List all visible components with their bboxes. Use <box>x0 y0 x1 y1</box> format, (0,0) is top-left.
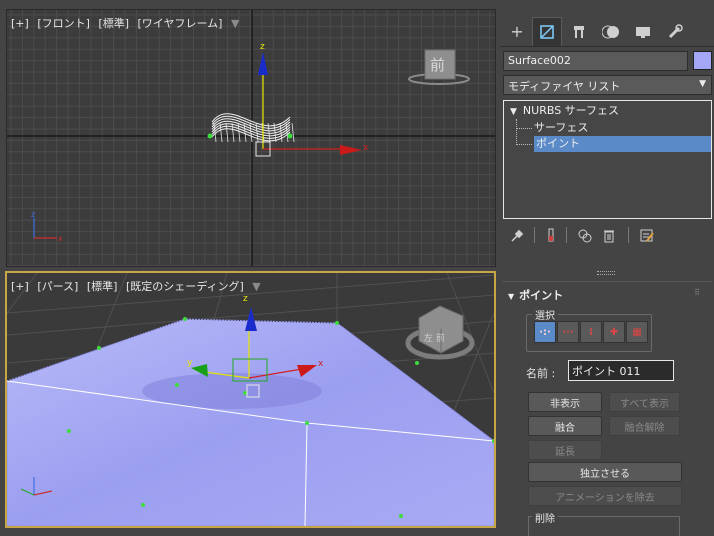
tree-line <box>516 144 532 145</box>
filter-icon[interactable]: ▼ <box>231 17 239 30</box>
trash-icon[interactable] <box>600 227 618 245</box>
control-point <box>175 383 179 387</box>
control-point <box>141 503 145 507</box>
front-grid: z x 前 z x <box>7 10 495 266</box>
collapse-triangle-icon[interactable]: ▼ <box>508 292 514 301</box>
remove-animation-button[interactable]: アニメーションを除去 <box>528 486 682 506</box>
unfuse-button[interactable]: 融合解除 <box>609 416 680 436</box>
configure-sets-icon[interactable] <box>638 227 656 245</box>
point-rollout-header[interactable]: ▼ ポイント <box>508 287 563 303</box>
viewcube-label: 左 前 <box>424 332 445 344</box>
control-point <box>67 429 71 433</box>
column-of-points-icon[interactable]: ⁞ <box>580 321 602 343</box>
tree-line <box>516 119 517 145</box>
perspective-viewport-label[interactable]: [+] [パース] [標準] [既定のシェーディング] ▼ <box>11 278 266 294</box>
utilities-icon[interactable] <box>660 17 690 46</box>
selection-group-title: 選択 <box>532 307 558 322</box>
hierarchy-icon[interactable] <box>564 17 594 46</box>
viewport-standard[interactable]: [標準] <box>98 17 129 30</box>
viewport-shading[interactable]: [既定のシェーディング] <box>126 280 244 293</box>
wire-line <box>291 122 295 143</box>
control-point <box>415 361 419 365</box>
viewport-standard[interactable]: [標準] <box>87 280 118 293</box>
tree-line <box>516 128 532 129</box>
gizmo-x-arrow <box>340 145 362 155</box>
gizmo-z-label: z <box>260 42 265 52</box>
front-viewport-label[interactable]: [+] [フロント] [標準] [ワイヤフレーム] ▼ <box>11 15 244 31</box>
stack-root-label: NURBS サーフェス <box>522 104 620 117</box>
stack-item-surface[interactable]: サーフェス <box>534 120 588 136</box>
show-end-result-icon[interactable] <box>542 227 560 245</box>
control-point <box>207 133 213 139</box>
viewport-point-of-view[interactable]: [フロント] <box>37 17 90 30</box>
point-rollout: ▼ ポイント ⠿ 選択 ·:· ··· ⁞ ✚ ▦ 名前 : ポイント 011 非… <box>502 281 712 536</box>
unhide-all-button[interactable]: すべて表示 <box>609 392 680 412</box>
rollout-title: ポイント <box>519 289 564 302</box>
gizmo-y-label: y <box>187 358 193 368</box>
control-point <box>243 391 247 395</box>
row-and-column-icon[interactable]: ✚ <box>603 321 625 343</box>
viewport-point-of-view[interactable]: [パース] <box>37 280 78 293</box>
point-name-field[interactable]: ポイント 011 <box>568 360 674 381</box>
modifier-list-label: モディファイヤ リスト <box>508 80 621 93</box>
control-point <box>287 133 293 139</box>
gizmo-x-label: x <box>363 143 369 153</box>
control-point <box>335 321 339 325</box>
row-of-points-icon[interactable]: ··· <box>557 321 579 343</box>
front-viewport[interactable]: z x 前 z x [+] [フロント] [標準] [ワイヤフレーム] ▼ <box>6 9 496 267</box>
toolbar-separator <box>566 227 567 243</box>
stack-toolbar <box>508 225 708 247</box>
make-independent-button[interactable]: 独立させる <box>528 462 682 482</box>
nurbs-surface-shaded <box>7 318 494 526</box>
gizmo-x-label: x <box>318 359 324 369</box>
grip-icon[interactable]: ⠿ <box>694 288 700 297</box>
fuse-button[interactable]: 融合 <box>528 416 602 436</box>
toolbar-separator <box>628 227 629 243</box>
control-point <box>399 514 403 518</box>
gizmo-z-arrow <box>245 307 257 331</box>
perspective-viewport[interactable]: z x y 左 前 [+] [パース] [標準] [既定のシェーディング] ▼ <box>5 271 496 528</box>
control-point <box>97 346 101 350</box>
viewport-shading[interactable]: [ワイヤフレーム] <box>138 17 223 30</box>
command-panel-tabs: + <box>500 17 714 47</box>
viewcube-label: 前 <box>430 56 445 74</box>
extend-button[interactable]: 延長 <box>528 440 602 460</box>
command-panel: + Surface002 モディファイヤ リスト ▼ ▼ NURBS サーフェス … <box>500 9 714 536</box>
modifier-stack[interactable]: ▼ NURBS サーフェス サーフェス ポイント <box>503 100 712 219</box>
gizmo-z-label: z <box>243 294 248 304</box>
perspective-scene: z x y 左 前 <box>7 273 494 526</box>
stack-item-nurbs-surface[interactable]: ▼ NURBS サーフェス <box>510 103 619 119</box>
viewport-menu-plus[interactable]: [+] <box>11 280 29 293</box>
viewport-menu-plus[interactable]: [+] <box>11 17 29 30</box>
triad-x-label: x <box>58 234 63 243</box>
hide-button[interactable]: 非表示 <box>528 392 602 412</box>
panel-resize-handle[interactable] <box>597 271 615 275</box>
collapse-triangle-icon[interactable]: ▼ <box>510 107 517 117</box>
filter-icon[interactable]: ▼ <box>252 280 260 293</box>
create-icon[interactable]: + <box>502 17 532 46</box>
stack-item-point[interactable]: ポイント <box>534 136 711 152</box>
control-point <box>183 317 187 321</box>
triad-z-label: z <box>31 210 35 219</box>
display-icon[interactable] <box>628 17 658 46</box>
delete-group-title: 削除 <box>532 510 558 525</box>
gizmo-z-arrow <box>258 52 268 75</box>
modify-icon[interactable] <box>532 17 562 46</box>
object-color-swatch[interactable] <box>693 51 712 70</box>
single-point-icon[interactable]: ·:· <box>534 321 556 343</box>
chevron-down-icon: ▼ <box>699 79 706 89</box>
toolbar-separator <box>534 227 535 243</box>
name-label: 名前 : <box>526 367 556 380</box>
wire-line <box>219 122 223 143</box>
wire-line <box>231 122 235 143</box>
control-point <box>305 421 309 425</box>
modifier-list-dropdown[interactable]: モディファイヤ リスト ▼ <box>503 75 712 95</box>
make-unique-icon[interactable] <box>576 227 594 245</box>
motion-icon[interactable] <box>596 17 626 46</box>
pin-stack-icon[interactable] <box>508 227 526 245</box>
object-name-field[interactable]: Surface002 <box>503 51 688 71</box>
all-points-icon[interactable]: ▦ <box>626 321 648 343</box>
